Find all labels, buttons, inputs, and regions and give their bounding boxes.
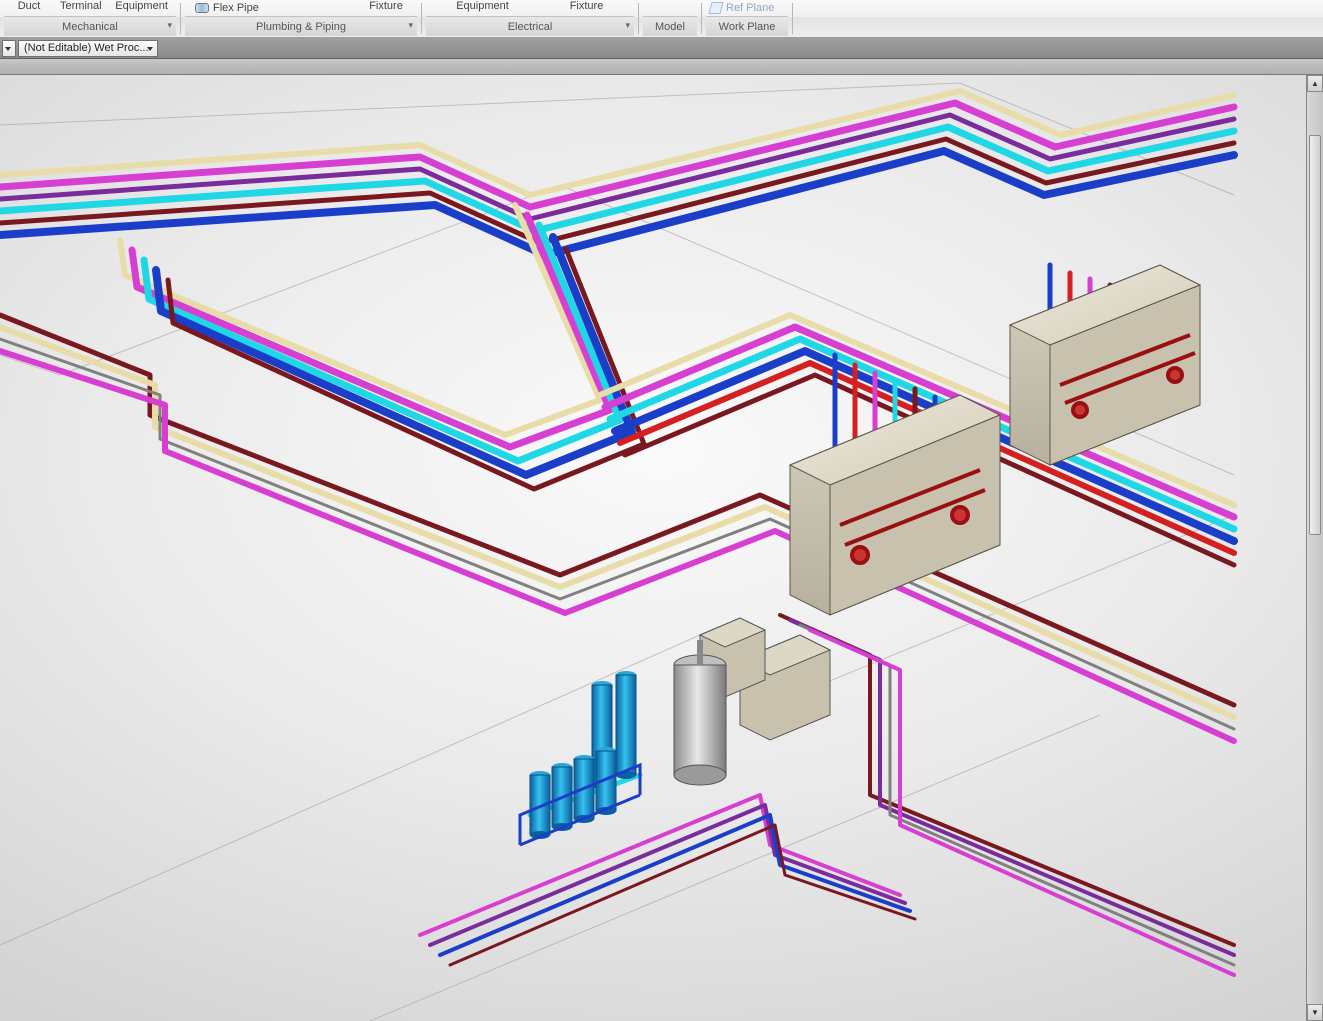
terminal-label: Terminal xyxy=(60,0,102,12)
ref-plane-label: Ref Plane xyxy=(726,2,774,14)
vertical-scrollbar[interactable]: ▲ ▼ xyxy=(1306,75,1323,1021)
equipment-unit-1 xyxy=(790,395,1000,615)
options-bar: (Not Editable) Wet Proc... xyxy=(0,38,1323,59)
ribbon-panel-mechanical: Duct Terminal Equipment Mechanical ▾ xyxy=(0,0,180,37)
panel-title-mechanical-label: Mechanical xyxy=(62,21,118,33)
flex-pipe-tool[interactable]: Flex Pipe xyxy=(191,0,263,16)
panel-expander-icon: ▾ xyxy=(167,20,172,31)
panel-title-mechanical[interactable]: Mechanical ▾ xyxy=(4,16,176,36)
scroll-down-button[interactable]: ▼ xyxy=(1307,1004,1323,1021)
panel-expander-icon: ▾ xyxy=(625,20,630,31)
plumbing-fixture-tool[interactable]: Fixture xyxy=(361,0,411,16)
ribbon-separator xyxy=(792,3,793,34)
3d-viewport[interactable]: ▲ ▼ xyxy=(0,75,1323,1021)
view-selector-value: (Not Editable) Wet Proc... xyxy=(24,42,149,54)
storage-tank xyxy=(674,640,726,785)
equipment-unit-2 xyxy=(1010,265,1200,465)
panel-title-model-label: Model xyxy=(655,21,685,33)
ribbon-panel-model: Model xyxy=(639,0,701,37)
ribbon: Duct Terminal Equipment Mechanical ▾ Fle… xyxy=(0,0,1323,38)
flex-pipe-label: Flex Pipe xyxy=(213,2,259,14)
ribbon-panel-electrical: Equipment Fixture Electrical ▾ xyxy=(422,0,638,37)
elec-equipment-tool[interactable]: Equipment xyxy=(449,0,517,16)
view-selector-dropdown[interactable]: (Not Editable) Wet Proc... xyxy=(18,40,158,57)
mech-equipment-tool[interactable]: Equipment xyxy=(108,0,176,16)
view-tab-strip xyxy=(0,59,1323,75)
panel-expander-icon: ▾ xyxy=(408,20,413,31)
lighting-fixture-label: Fixture xyxy=(570,0,604,12)
panel-title-work-plane-label: Work Plane xyxy=(719,21,776,33)
pipe-bundle-floor xyxy=(420,775,915,965)
panel-title-plumbing[interactable]: Plumbing & Piping ▾ xyxy=(185,16,417,36)
panel-title-electrical[interactable]: Electrical ▾ xyxy=(426,16,634,36)
ribbon-panel-plumbing: Flex Pipe Fixture Plumbing & Piping ▾ xyxy=(181,0,421,37)
panel-title-electrical-label: Electrical xyxy=(508,21,553,33)
mech-equipment-label: Equipment xyxy=(115,0,168,12)
gas-cylinders xyxy=(520,671,640,845)
options-dropdown-small[interactable] xyxy=(2,40,16,57)
mep-model-svg xyxy=(0,75,1323,1021)
pipe-bundle-to-lower-right xyxy=(780,615,1234,975)
pipe-bundle-upper xyxy=(0,91,1234,255)
ref-plane-tool[interactable]: Ref Plane xyxy=(706,0,778,16)
ref-plane-icon xyxy=(708,2,723,14)
air-terminal-tool[interactable]: Terminal xyxy=(54,0,108,16)
duct-tool[interactable]: Duct xyxy=(4,0,54,16)
scroll-up-button[interactable]: ▲ xyxy=(1307,75,1323,92)
ribbon-panel-work-plane: Ref Plane Work Plane xyxy=(702,0,792,37)
elec-equipment-label: Equipment xyxy=(456,0,509,12)
panel-title-plumbing-label: Plumbing & Piping xyxy=(256,21,346,33)
duct-label: Duct xyxy=(18,0,41,12)
scroll-thumb[interactable] xyxy=(1309,135,1321,535)
panel-title-work-plane[interactable]: Work Plane xyxy=(706,16,788,36)
lighting-fixture-tool[interactable]: Fixture xyxy=(562,0,612,16)
panel-title-model[interactable]: Model xyxy=(643,16,697,36)
flex-pipe-icon xyxy=(195,3,209,13)
plumbing-fixture-label: Fixture xyxy=(369,0,403,12)
